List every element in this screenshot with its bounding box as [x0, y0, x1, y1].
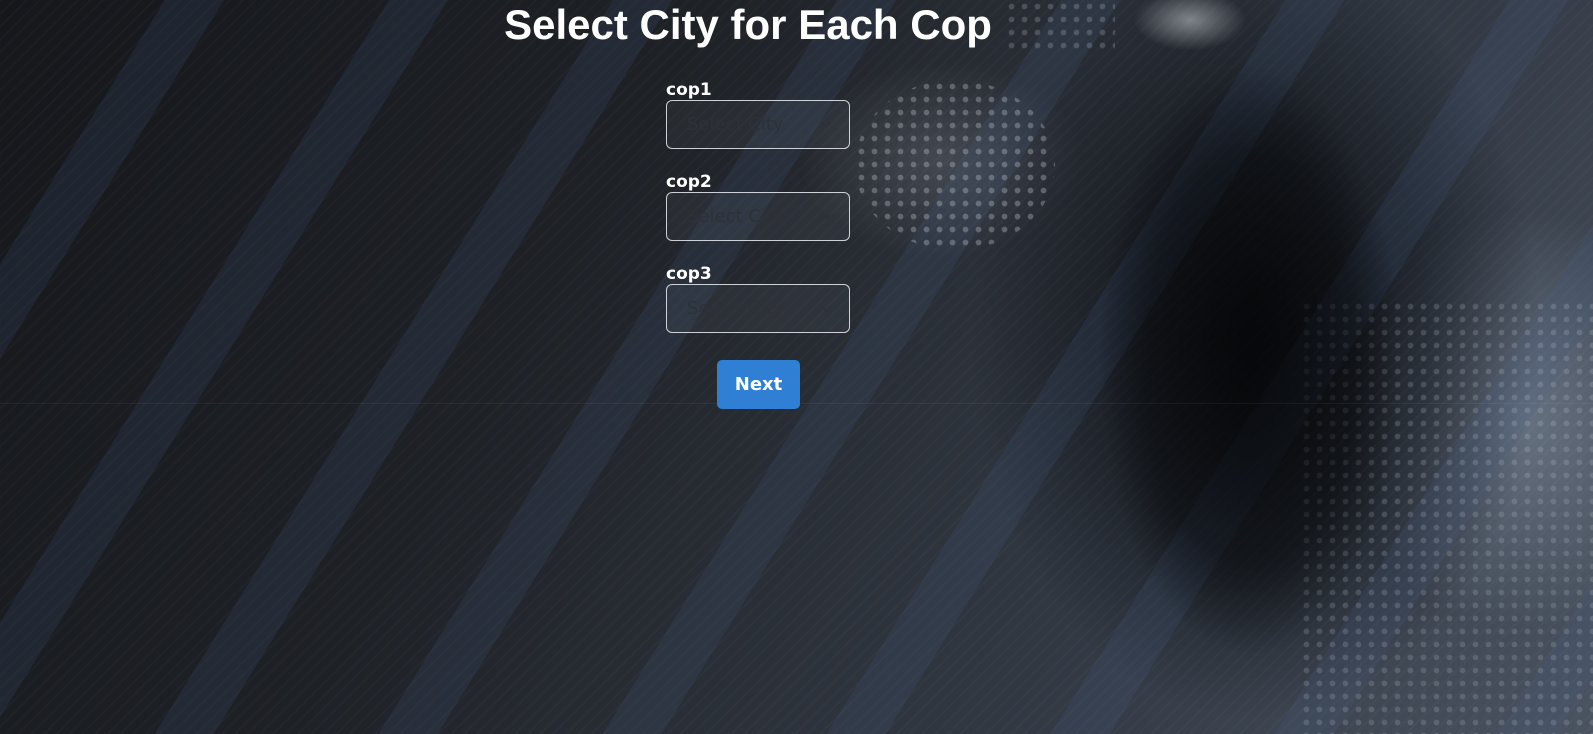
city-selection-form: cop1 Select City cop2 Select City cop3 S… — [666, 80, 852, 356]
cop1-field: cop1 Select City — [666, 80, 852, 172]
cop1-label: cop1 — [666, 80, 712, 100]
cop2-select-placeholder: Select City — [687, 206, 784, 227]
page-title: Select City for Each Cop — [504, 1, 992, 48]
chevron-down-icon — [821, 213, 831, 220]
cop3-field: cop3 Select City — [666, 264, 852, 356]
chevron-down-icon — [821, 305, 831, 312]
background-halftone — [855, 80, 1055, 250]
cop1-city-select[interactable]: Select City — [666, 100, 850, 149]
next-button[interactable]: Next — [717, 360, 800, 409]
cop2-label: cop2 — [666, 172, 712, 192]
cop2-city-select[interactable]: Select City — [666, 192, 850, 241]
cop1-select-placeholder: Select City — [687, 114, 784, 135]
cop3-label: cop3 — [666, 264, 712, 284]
cop3-city-select[interactable]: Select City — [666, 284, 850, 333]
chevron-down-icon — [821, 121, 831, 128]
background-halftone — [1300, 300, 1593, 734]
cop2-field: cop2 Select City — [666, 172, 852, 264]
cop3-select-placeholder: Select City — [687, 298, 784, 319]
background-soldier-figure — [1040, 0, 1460, 734]
